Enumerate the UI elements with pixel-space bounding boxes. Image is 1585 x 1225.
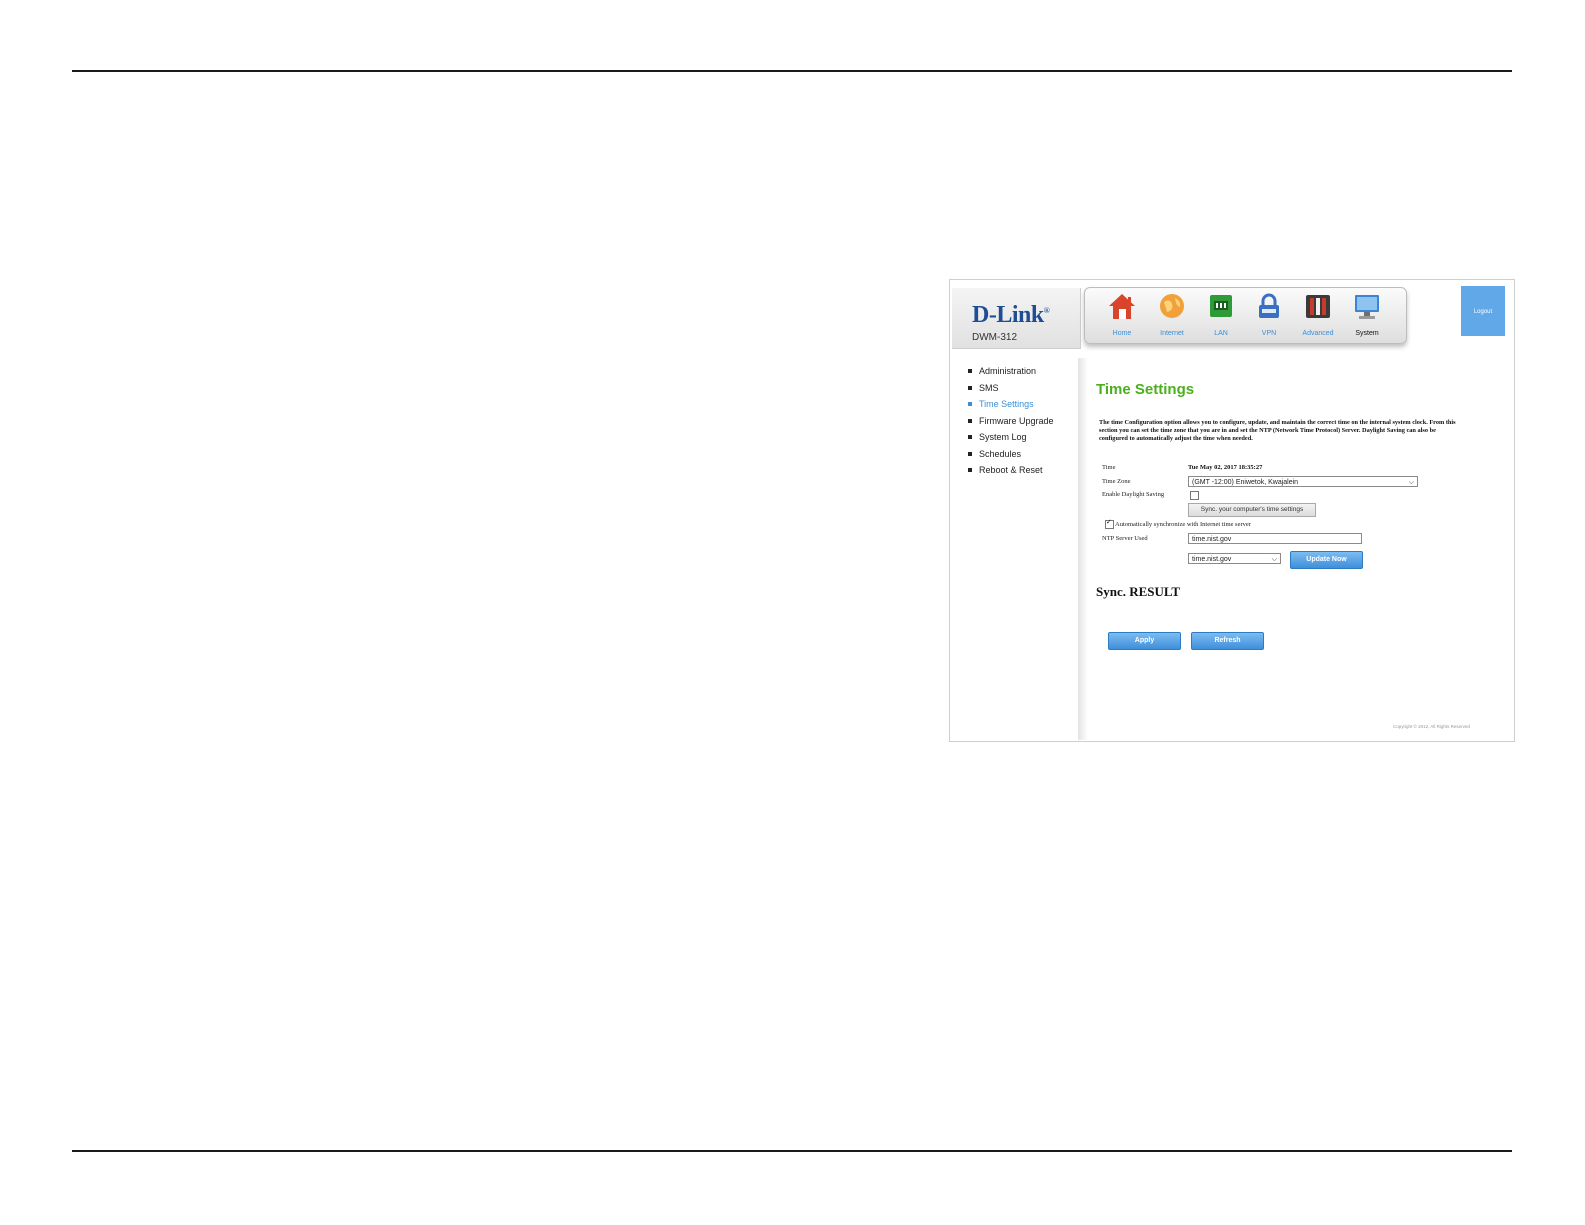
ntp-server-select[interactable]: time.nist.gov ⌵ — [1188, 553, 1281, 564]
dlink-logo: D-Link® — [972, 302, 1050, 328]
content-panel — [1078, 358, 1504, 740]
lan-icon — [1210, 295, 1232, 317]
page-description: The time Configuration option allows you… — [1099, 419, 1456, 442]
sidebar-item-time-settings[interactable]: Time Settings — [967, 399, 1077, 416]
top-nav: Home Internet LAN VPN Advanced System — [1084, 287, 1407, 344]
ntp-server-select-value: time.nist.gov — [1192, 556, 1232, 563]
sidebar-item-firmware-upgrade[interactable]: Firmware Upgrade — [967, 416, 1077, 433]
nav-internet[interactable]: Internet — [1148, 292, 1196, 340]
update-now-button[interactable]: Update Now — [1290, 551, 1363, 569]
model-name: DWM-312 — [972, 332, 1018, 343]
page-title: Time Settings — [1096, 381, 1195, 398]
globe-icon — [1160, 294, 1184, 318]
tools-icon — [1306, 295, 1330, 318]
brand-header: D-Link® DWM-312 — [952, 288, 1081, 349]
sidebar-item-sms[interactable]: SMS — [967, 383, 1077, 400]
sidebar-item-system-log[interactable]: System Log — [967, 432, 1077, 449]
router-ui-screenshot: D-Link® DWM-312 Home Internet LAN VPN Ad… — [949, 279, 1515, 742]
nav-system[interactable]: System — [1343, 292, 1391, 340]
chevron-down-icon: ⌵ — [1408, 479, 1414, 486]
time-value: Tue May 02, 2017 18:35:27 — [1188, 464, 1263, 471]
nav-home[interactable]: Home — [1098, 292, 1146, 340]
top-rule — [72, 70, 1512, 72]
nav-vpn[interactable]: VPN — [1245, 292, 1293, 340]
sidebar-item-reboot-reset[interactable]: Reboot & Reset — [967, 465, 1077, 482]
lock-icon — [1259, 293, 1279, 318]
auto-sync-label: Automatically synchronize with Internet … — [1115, 521, 1251, 528]
time-label: Time — [1102, 464, 1116, 471]
sidebar: Administration SMS Time Settings Firmwar… — [967, 366, 1077, 482]
copyright-text: Copyright © 2012, All Rights Reserved — [1393, 724, 1470, 729]
sync-computer-time-button[interactable]: Sync. your computer's time settings — [1188, 503, 1316, 517]
nav-lan[interactable]: LAN — [1197, 292, 1245, 340]
ntp-server-input[interactable]: time.nist.gov — [1188, 533, 1362, 544]
home-icon — [1109, 294, 1135, 319]
bottom-rule — [72, 1150, 1512, 1152]
logout-button[interactable]: Logout — [1461, 286, 1505, 336]
daylight-saving-checkbox[interactable] — [1190, 491, 1199, 500]
ntp-server-label: NTP Server Used — [1102, 535, 1148, 542]
time-zone-select[interactable]: (GMT -12:00) Eniwetok, Kwajalein ⌵ — [1188, 476, 1418, 487]
nav-advanced[interactable]: Advanced — [1294, 292, 1342, 340]
time-zone-value: (GMT -12:00) Eniwetok, Kwajalein — [1192, 479, 1299, 486]
apply-button[interactable]: Apply — [1108, 632, 1181, 650]
sidebar-item-administration[interactable]: Administration — [967, 366, 1077, 383]
chevron-down-icon: ⌵ — [1271, 556, 1277, 563]
sidebar-item-schedules[interactable]: Schedules — [967, 449, 1077, 466]
refresh-button[interactable]: Refresh — [1191, 632, 1264, 650]
daylight-saving-label: Enable Daylight Saving — [1102, 491, 1165, 498]
sync-result-heading: Sync. RESULT — [1096, 584, 1181, 599]
time-zone-label: Time Zone — [1102, 478, 1131, 485]
monitor-icon — [1355, 295, 1379, 319]
auto-sync-checkbox[interactable] — [1105, 518, 1114, 529]
